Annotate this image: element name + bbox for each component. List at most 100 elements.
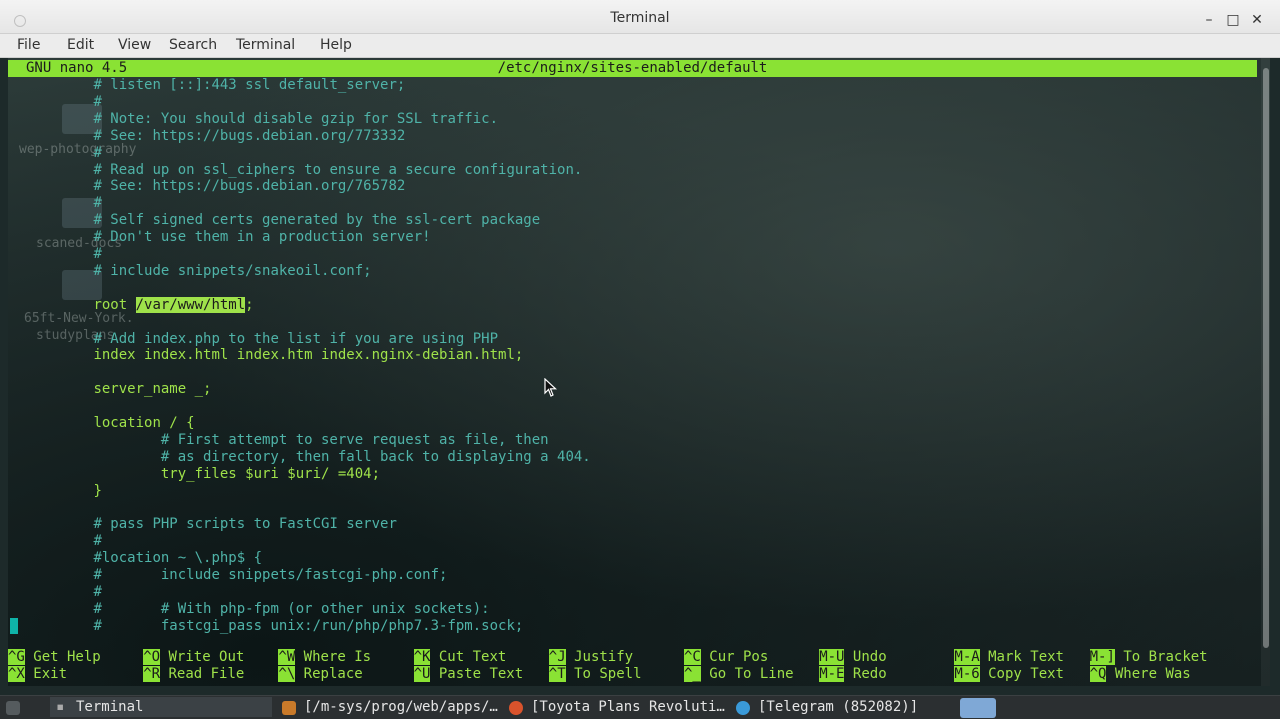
maximize-button[interactable]: □ [1225,12,1241,28]
shortcut-item: ^\ Replace [278,666,363,683]
menu-view[interactable]: View [118,37,151,53]
mouse-pointer-icon [544,378,558,397]
editor-line: try_files $uri $uri/ =404; [160,465,381,482]
shortcut-label: Go To Line [700,666,794,682]
task-browser[interactable]: [Toyota Plans Revoluti… [531,699,725,715]
menu-bar: File Edit View Search Terminal Help [0,34,1280,58]
editor-line: # Read up on ssl_ciphers to ensure a sec… [93,161,583,178]
editor-line: # fastcgi_pass unix:/run/php/php7.3-fpm.… [93,617,524,634]
editor-line: # [93,93,102,110]
editor-line: # Note: You should disable gzip for SSL … [93,110,499,127]
editor-line: location / { [93,415,195,431]
task-label: Terminal [76,699,144,715]
shortcut-label: Write Out [160,649,245,665]
menu-search[interactable]: Search [169,37,217,53]
nano-shortcut-bar: ^G Get Help ^X Exit ^O Write Out ^R Read Fi… [8,648,1257,684]
shortcut-key: ^T [548,666,566,682]
shortcut-item: ^C Cur Pos [684,649,768,666]
menu-edit[interactable]: Edit [67,37,94,53]
telegram-icon [736,701,750,715]
shortcut-label: Undo [844,649,887,665]
shortcut-key: M-6 [954,666,980,682]
editor-line: # First attempt to serve request as file… [160,431,549,448]
task-telegram[interactable]: [Telegram (852082)] [758,699,918,715]
editor-line: # as directory, then fall back to displa… [160,448,591,465]
tray-terminal-icon[interactable] [960,698,996,718]
editor-line: } [93,482,102,499]
task-file-manager[interactable]: [/m-sys/prog/web/apps/… [304,699,498,715]
shortcut-label: Get Help [24,649,101,665]
shortcut-item: ^_ Go To Line [684,666,794,683]
shortcut-label: Cut Text [430,649,507,665]
shortcut-key: ^G [8,649,25,665]
scrollbar-thumb[interactable] [1263,68,1269,648]
editor-line: root /var/www/html; [93,296,254,313]
shortcut-label: Replace [295,666,363,682]
shortcut-label: Paste Text [430,666,524,682]
shortcut-key: ^X [8,666,25,682]
shortcut-key: ^Q [1089,666,1107,682]
editor-line: # Don't use them in a production server! [93,229,431,246]
terminal-view[interactable]: wep-photography scaned-docs 65ft-New-Yor… [8,58,1270,686]
shortcut-label: Exit [24,666,68,682]
shortcut-item: ^U Paste Text [413,666,524,683]
shortcut-key: ^U [413,666,431,682]
shortcut-key: M-A [954,649,980,665]
terminal-icon: ▪ [56,699,65,715]
editor-line: # include snippets/snakeoil.conf; [93,262,372,279]
file-manager-icon [282,701,296,715]
shortcut-item: ^W Where Is [278,649,371,666]
shortcut-label: Cur Pos [700,649,769,665]
shortcut-item: M-E Redo [819,666,887,683]
shortcut-key: ^\ [278,666,296,682]
menu-file[interactable]: File [17,37,40,53]
taskbar: ▪ Terminal [/m-sys/prog/web/apps/… [Toyo… [0,695,1280,719]
shortcut-key: ^K [413,649,431,665]
shortcut-item: M-] To Bracket [1089,649,1208,666]
shortcut-key: ^C [684,649,701,665]
shortcut-label: Where Was [1106,666,1191,682]
shortcut-label: Redo [844,666,887,682]
editor-line: # # With php-fpm (or other unix sockets)… [93,600,490,617]
editor-line: # [93,584,102,600]
shortcut-key: ^O [143,649,161,665]
shortcut-item: ^Q Where Was [1089,666,1191,683]
editor-line: # pass PHP scripts to FastCGI server [93,516,397,533]
terminal-scrollbar[interactable] [1261,58,1270,686]
shortcut-key: ^R [143,666,161,682]
nano-filename: /etc/nginx/sites-enabled/default [497,60,768,76]
editor-line: # listen [::]:443 ssl default_server; [93,77,406,93]
window-title: Terminal [610,10,670,26]
editor-line: # See: https://bugs.debian.org/765782 [93,178,406,195]
shortcut-item: ^O Write Out [143,649,244,666]
editor-line: # See: https://bugs.debian.org/773332 [93,127,406,144]
editor-line: # Self signed certs generated by the ssl… [93,212,541,229]
shortcut-item: M-U Undo [819,649,887,666]
shortcut-label: To Bracket [1114,649,1208,665]
shortcut-key: ^J [548,649,566,665]
shortcut-item: M-6 Copy Text [954,666,1064,683]
editor-line: server_name _; [93,381,212,398]
editor-line: # [93,246,102,262]
shortcut-label: Mark Text [979,649,1064,665]
shortcut-label: Where Is [295,649,372,665]
menu-help[interactable]: Help [320,37,352,53]
shortcut-key: M-E [819,666,845,682]
shortcut-key: ^W [278,649,296,665]
menu-terminal[interactable]: Terminal [236,37,295,53]
shortcut-label: To Spell [565,666,642,682]
shortcut-item: ^R Read File [143,666,244,683]
shortcut-key: ^_ [684,666,701,682]
editor-line: # [93,533,102,550]
text-cursor [10,618,18,634]
task-terminal[interactable]: ▪ Terminal [50,697,272,717]
shortcut-item: ^T To Spell [548,666,642,683]
show-desktop-icon[interactable] [6,701,20,715]
firefox-icon [509,701,523,715]
window-titlebar[interactable]: Terminal – □ ✕ [0,0,1280,34]
minimize-button[interactable]: – [1201,12,1217,28]
shortcut-item: ^K Cut Text [413,649,507,666]
shortcut-item: ^X Exit [8,666,67,683]
close-button[interactable]: ✕ [1249,12,1265,28]
editor-line: # [93,195,102,212]
